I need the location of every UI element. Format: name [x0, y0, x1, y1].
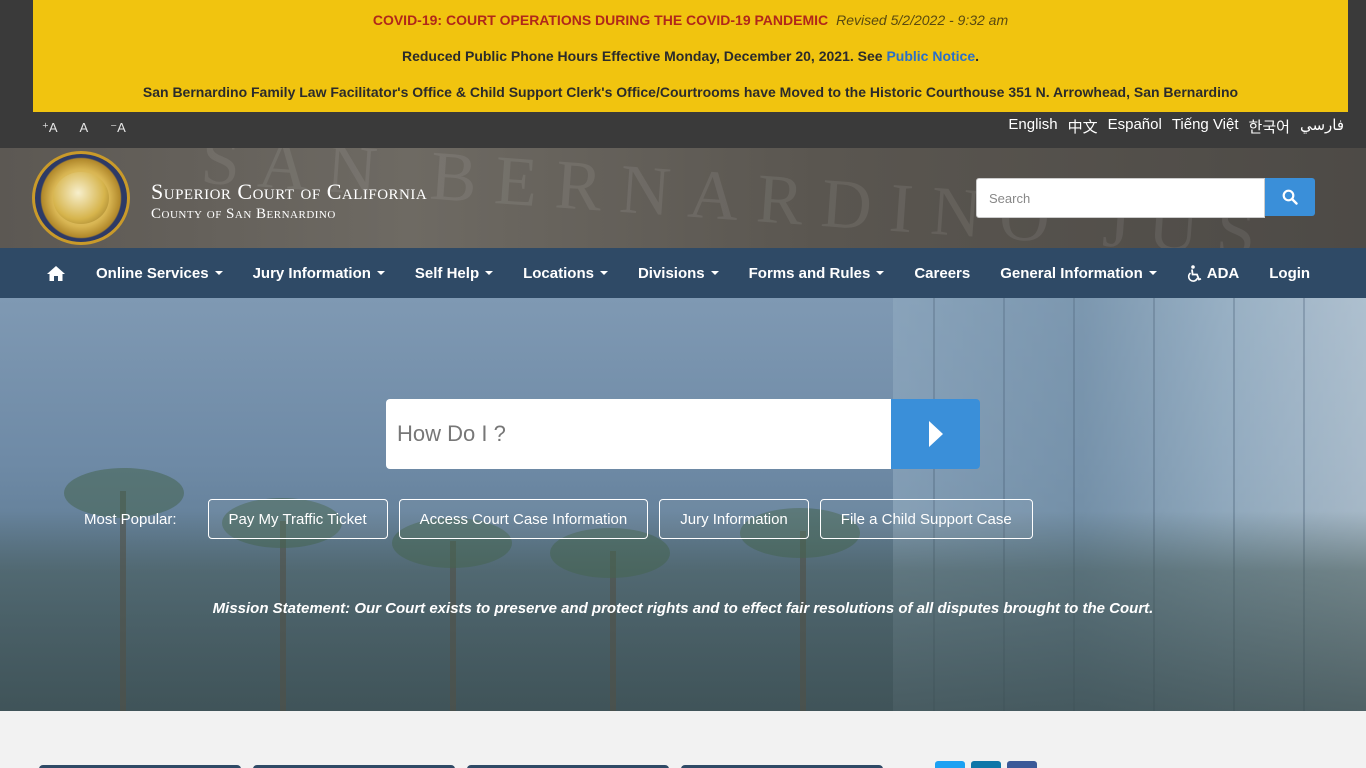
- language-selector: English 中文 Español Tiếng Việt 한국어 فارسي: [1008, 116, 1344, 137]
- chevron-down-icon: [485, 271, 494, 275]
- most-popular-label: Most Popular:: [84, 510, 177, 528]
- lang-farsi[interactable]: فارسي: [1300, 116, 1344, 137]
- home-link[interactable]: [46, 265, 66, 282]
- lang-korean[interactable]: 한국어: [1249, 116, 1290, 137]
- chevron-down-icon: [710, 271, 719, 275]
- pay-traffic-ticket-button[interactable]: Pay My Traffic Ticket: [207, 499, 388, 539]
- nav-label: Forms and Rules: [748, 264, 871, 282]
- alert-covid-title[interactable]: COVID-19: COURT OPERATIONS DURING THE CO…: [373, 12, 828, 28]
- site-header: SAN BERNARDINO JUS Superior Court of Cal…: [0, 148, 1366, 248]
- hero-section: Most Popular: Pay My Traffic Ticket Acce…: [0, 298, 1366, 711]
- nav-label: Divisions: [637, 264, 705, 282]
- jury-information-button[interactable]: Jury Information: [659, 499, 809, 539]
- play-arrow-icon: [928, 421, 943, 447]
- nav-divisions[interactable]: Divisions: [638, 265, 719, 282]
- nav-label: Careers: [914, 264, 971, 282]
- file-child-support-button[interactable]: File a Child Support Case: [819, 499, 1033, 539]
- nav-label: General Information: [1000, 264, 1143, 282]
- public-notice-link[interactable]: Public Notice: [886, 48, 975, 64]
- lang-vietnamese[interactable]: Tiếng Việt: [1172, 116, 1239, 137]
- nav-label: Online Services: [96, 264, 209, 282]
- how-do-i-search: [386, 399, 980, 469]
- access-case-info-button[interactable]: Access Court Case Information: [398, 499, 649, 539]
- nav-locations[interactable]: Locations: [523, 265, 608, 282]
- nav-label: Locations: [523, 264, 594, 282]
- chevron-down-icon: [876, 271, 885, 275]
- site-title-sub: County of San Bernardino: [151, 206, 336, 222]
- nav-label: ADA: [1206, 264, 1240, 282]
- nav-label: Self Help: [414, 264, 480, 282]
- content-area: [0, 711, 1366, 768]
- most-popular-links: Most Popular: Pay My Traffic Ticket Acce…: [84, 499, 1044, 539]
- chevron-down-icon: [599, 271, 608, 275]
- search-icon: [1282, 189, 1298, 205]
- chevron-down-icon: [1148, 271, 1157, 275]
- home-icon: [47, 265, 65, 281]
- facebook-icon[interactable]: [1007, 761, 1037, 768]
- nav-careers[interactable]: Careers: [914, 265, 970, 282]
- utility-bar: ⁺A A ⁻A English 中文 Español Tiếng Việt 한국…: [0, 112, 1366, 148]
- alert-line-phone: Reduced Public Phone Hours Effective Mon…: [33, 48, 1348, 64]
- search-input[interactable]: [976, 178, 1265, 218]
- seal-center: [53, 172, 109, 224]
- lang-chinese[interactable]: 中文: [1068, 116, 1098, 137]
- linkedin-icon[interactable]: [971, 761, 1001, 768]
- how-do-i-submit-button[interactable]: [891, 399, 980, 469]
- alert-revised-date: Revised 5/2/2022 - 9:32 am: [836, 12, 1009, 28]
- alert-phone-end: .: [975, 48, 980, 64]
- nav-self-help[interactable]: Self Help: [414, 264, 494, 282]
- lang-spanish[interactable]: Español: [1108, 116, 1162, 137]
- alert-phone-text: Reduced Public Phone Hours Effective Mon…: [401, 48, 887, 64]
- nav-online-services[interactable]: Online Services: [96, 265, 223, 282]
- alert-line-covid: COVID-19: COURT OPERATIONS DURING THE CO…: [33, 12, 1348, 28]
- font-reset-button[interactable]: A: [80, 120, 89, 136]
- site-search: [976, 178, 1315, 218]
- site-title-main: Superior Court of California: [151, 179, 428, 204]
- lang-english[interactable]: English: [1008, 116, 1057, 137]
- how-do-i-input[interactable]: [386, 399, 891, 469]
- font-decrease-button[interactable]: ⁻A: [110, 120, 126, 136]
- nav-label: Login: [1269, 264, 1311, 282]
- nav-label: Jury Information: [252, 264, 371, 282]
- chevron-down-icon: [214, 271, 223, 275]
- chevron-down-icon: [376, 271, 385, 275]
- alert-banner: COVID-19: COURT OPERATIONS DURING THE CO…: [33, 0, 1348, 112]
- site-title[interactable]: Superior Court of California County of S…: [151, 179, 427, 223]
- twitter-icon[interactable]: [935, 761, 965, 768]
- wheelchair-icon: [1187, 264, 1202, 282]
- court-seal-logo[interactable]: [32, 151, 130, 245]
- nav-forms-and-rules[interactable]: Forms and Rules: [749, 265, 885, 282]
- font-size-controls: ⁺A A ⁻A: [42, 120, 126, 136]
- nav-ada[interactable]: ADA: [1187, 264, 1240, 282]
- main-nav: Online Services Jury Information Self He…: [0, 248, 1366, 298]
- nav-jury-information[interactable]: Jury Information: [253, 265, 385, 282]
- alert-line-moved: San Bernardino Family Law Facilitator's …: [142, 84, 1239, 100]
- search-button[interactable]: [1265, 178, 1315, 216]
- font-increase-button[interactable]: ⁺A: [42, 120, 58, 136]
- mission-statement: Mission Statement: Our Court exists to p…: [212, 600, 1154, 617]
- nav-login[interactable]: Login: [1269, 265, 1310, 282]
- nav-general-information[interactable]: General Information: [1000, 265, 1157, 282]
